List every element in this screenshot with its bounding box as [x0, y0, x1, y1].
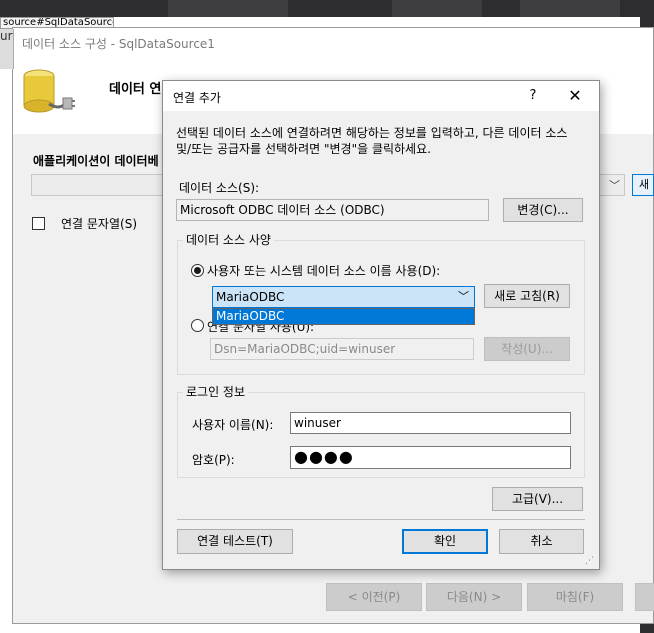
password-label: 암호(P):: [192, 453, 235, 467]
change-button[interactable]: 변경(C)...: [503, 198, 583, 222]
data-source-spec-title: 데이터 소스 사양: [183, 231, 274, 248]
data-source-label: 데이터 소스(S):: [179, 181, 260, 195]
wizard-title-bar: 데이터 소스 구성 - SqlDataSource1: [13, 28, 653, 58]
dsn-dropdown-list: MariaODBC: [212, 308, 475, 325]
finish-button[interactable]: 마침(F): [527, 583, 623, 611]
dialog-title-bar: 연결 추가 ? ✕: [163, 81, 599, 111]
username-label: 사용자 이름(N):: [192, 418, 274, 432]
ide-toolbar-segment: [520, 0, 620, 17]
connection-string-label: 연결 문자열(S): [61, 217, 137, 231]
close-icon[interactable]: ✕: [563, 86, 587, 106]
cancel-button-partial[interactable]: [635, 583, 654, 611]
refresh-button[interactable]: 새로 고침(R): [484, 284, 570, 308]
dsn-option[interactable]: MariaODBC: [213, 309, 474, 324]
use-dsn-radio[interactable]: [191, 264, 204, 277]
new-connection-button[interactable]: 새: [632, 174, 654, 196]
database-icon: [19, 64, 75, 120]
previous-button[interactable]: < 이전(P): [326, 583, 422, 611]
connection-string-checkbox[interactable]: [32, 217, 45, 230]
ide-toolbar-segment: [168, 0, 288, 17]
dialog-title: 연결 추가: [173, 91, 221, 105]
password-input[interactable]: ●●●●: [290, 446, 571, 469]
login-info-title: 로그인 정보: [183, 383, 249, 400]
build-button[interactable]: 작성(U)...: [484, 337, 570, 361]
advanced-button[interactable]: 고급(V)...: [492, 487, 583, 511]
dsn-select[interactable]: MariaODBC ﹀: [212, 286, 475, 308]
dsn-selected-value: MariaODBC: [216, 290, 285, 304]
cancel-button[interactable]: 취소: [499, 529, 584, 554]
use-dsn-label[interactable]: 사용자 또는 시스템 데이터 소스 이름 사용(D):: [207, 262, 440, 279]
test-connection-button[interactable]: 연결 테스트(T): [177, 529, 293, 554]
resize-grip-icon[interactable]: ⋰: [585, 555, 597, 567]
dialog-instruction: 선택된 데이터 소스에 연결하려면 해당하는 정보를 입력하고, 다른 데이터 …: [176, 126, 568, 156]
next-button[interactable]: 다음(N) >: [426, 583, 522, 611]
radio-selected-dot: [194, 267, 201, 274]
username-input[interactable]: winuser: [290, 412, 571, 434]
wizard-question-label: 애플리케이션이 데이터베: [33, 154, 159, 168]
dialog-divider: [177, 519, 585, 520]
ide-left-panel: urc: [0, 29, 14, 69]
ide-toolbar-segment: [392, 0, 482, 17]
wizard-heading: 데이터 연: [109, 82, 162, 97]
data-source-field: Microsoft ODBC 데이터 소스 (ODBC): [176, 199, 489, 221]
chevron-down-icon: ﹀: [458, 290, 469, 303]
ide-title-bar: [0, 0, 654, 17]
chevron-down-icon: ﹀: [609, 179, 620, 192]
help-icon[interactable]: ?: [523, 86, 543, 106]
wizard-title: 데이터 소스 구성 - SqlDataSource1: [22, 37, 215, 51]
connection-string-field[interactable]: Dsn=MariaODBC;uid=winuser: [210, 338, 474, 360]
add-connection-dialog: 연결 추가 ? ✕ 선택된 데이터 소스에 연결하려면 해당하는 정보를 입력하…: [162, 80, 600, 570]
ok-button[interactable]: 확인: [402, 529, 488, 554]
use-connection-string-radio[interactable]: [191, 319, 204, 332]
